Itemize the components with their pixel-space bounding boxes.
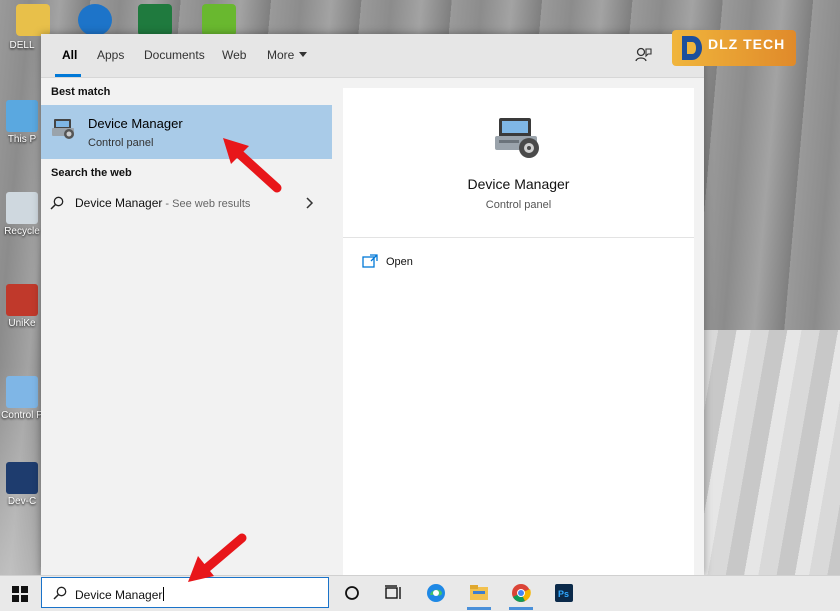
monitor-icon[interactable]	[78, 4, 112, 36]
file-explorer-icon[interactable]	[468, 582, 490, 604]
tab-documents[interactable]: Documents	[144, 48, 205, 62]
task-view-icon[interactable]	[382, 582, 404, 604]
best-match-subtitle: Control panel	[88, 137, 154, 149]
desktop-icon-label: DELL	[9, 40, 35, 51]
tab-more-label: More	[267, 48, 295, 62]
logo-text: DLZ TECH	[708, 36, 786, 52]
taskbar-search-input[interactable]: Device Manager	[41, 577, 329, 608]
brand-logo: DLZ TECH	[672, 30, 796, 66]
preview-title: Device Manager	[467, 176, 570, 192]
web-query: Device Manager	[75, 196, 163, 210]
web-result-suffix: - See web results	[162, 198, 251, 210]
search-icon	[53, 586, 67, 600]
search-tabs: All Apps Documents Web More ···	[41, 34, 704, 78]
tab-all[interactable]: All	[62, 48, 77, 62]
search-input-value: Device Manager	[75, 587, 165, 602]
feedback-icon[interactable]	[634, 46, 652, 64]
results-column: Best match Device Manager Control panel …	[41, 78, 341, 575]
desktop-icon-label: UniKe	[8, 318, 36, 329]
section-best-match: Best match	[51, 86, 111, 98]
dev-cpp-icon	[6, 462, 38, 494]
tab-apps[interactable]: Apps	[97, 48, 124, 62]
chevron-right-icon[interactable]	[304, 197, 314, 209]
logo-mark-icon	[682, 36, 702, 60]
desktop-icon-dev-cpp[interactable]: Dev-C	[0, 462, 44, 507]
active-tab-indicator	[55, 74, 81, 77]
cortana-icon[interactable]	[341, 582, 363, 604]
open-action[interactable]: Open	[386, 256, 413, 268]
tab-web[interactable]: Web	[222, 48, 246, 62]
text-caret	[163, 587, 165, 601]
desktop-icon-label: Dev-C	[7, 496, 37, 507]
desktop-icon-label: Recycle	[4, 226, 40, 237]
svg-text:Ps: Ps	[558, 589, 569, 599]
preview-subtitle: Control panel	[485, 199, 552, 211]
start-search-panel: All Apps Documents Web More ··· Best mat…	[41, 34, 704, 575]
device-manager-large-icon	[495, 118, 539, 158]
web-result-text: Device Manager - See web results	[75, 196, 250, 210]
excel-icon[interactable]	[138, 4, 172, 36]
computer-icon	[6, 100, 38, 132]
edge-browser-icon[interactable]	[425, 582, 447, 604]
desktop-icon-unikey[interactable]: UniKe	[0, 284, 44, 329]
desktop-icon-recycle-bin[interactable]: Recycle	[0, 192, 44, 237]
taskbar: Device Manager Ps	[0, 575, 840, 611]
folder-icon[interactable]	[16, 4, 50, 36]
control-panel-icon	[6, 376, 38, 408]
recycle-bin-icon	[6, 192, 38, 224]
desktop-icon-control-panel[interactable]: Control P	[0, 376, 44, 421]
tab-more[interactable]: More	[267, 48, 308, 62]
unikey-icon	[6, 284, 38, 316]
desktop-icon-this-pc[interactable]: This P	[0, 100, 44, 145]
open-icon[interactable]	[362, 254, 378, 268]
device-manager-icon	[52, 119, 74, 139]
best-match-title: Device Manager	[88, 116, 183, 131]
desktop-icon-dell[interactable]: DELL	[0, 40, 44, 51]
desktop-floor	[700, 330, 840, 575]
divider	[343, 237, 694, 238]
photoshop-icon[interactable]: Ps	[553, 582, 575, 604]
app-icon[interactable]	[202, 4, 236, 36]
search-icon	[50, 196, 64, 210]
windows-start-icon[interactable]	[12, 586, 28, 602]
chevron-down-icon	[299, 52, 308, 57]
section-search-web: Search the web	[51, 167, 132, 179]
desktop-icon-label: Control P	[1, 410, 43, 421]
search-query: Device Manager	[75, 588, 163, 602]
desktop-icon-label: This P	[7, 134, 37, 145]
web-search-result[interactable]: Device Manager - See web results	[41, 189, 332, 219]
best-match-result[interactable]: Device Manager Control panel	[41, 105, 332, 159]
chrome-browser-icon[interactable]	[510, 582, 532, 604]
preview-pane: Device Manager Control panel Open	[343, 88, 694, 575]
